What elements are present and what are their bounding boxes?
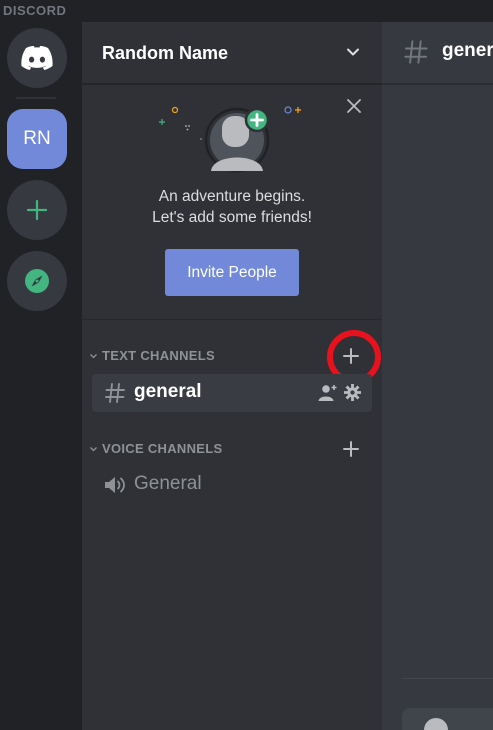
create-voice-channel-plus-icon[interactable]	[341, 439, 361, 459]
welcome-message: An adventure begins. Let's add some frie…	[82, 186, 382, 228]
category-label: VOICE CHANNELS	[102, 441, 223, 456]
server-icon-random-name[interactable]: RN	[7, 109, 67, 169]
welcome-line-2: Let's add some friends!	[152, 209, 312, 226]
add-friends-illustration	[159, 106, 301, 173]
welcome-panel: An adventure begins. Let's add some frie…	[82, 85, 382, 320]
home-button[interactable]	[7, 28, 67, 88]
message-divider	[402, 678, 493, 679]
channel-header: general	[382, 22, 493, 84]
channel-sidebar: Random Name An adventure begins. Let's a…	[82, 22, 382, 730]
chat-area: general	[382, 22, 493, 730]
hash-icon	[105, 383, 125, 403]
chevron-down-icon	[90, 354, 97, 359]
server-header[interactable]: Random Name	[82, 22, 382, 84]
server-list-separator	[16, 97, 56, 99]
category-voice-channels[interactable]: VOICE CHANNELS	[82, 437, 382, 461]
chevron-down-icon	[90, 447, 97, 452]
channel-name: general	[134, 381, 202, 402]
speaker-icon	[105, 477, 125, 493]
channel-name: General	[134, 473, 202, 494]
add-server-button[interactable]	[7, 180, 67, 240]
server-name: Random Name	[102, 43, 229, 63]
message-input[interactable]	[402, 708, 493, 730]
hash-icon	[404, 40, 428, 64]
plus-icon	[26, 199, 48, 221]
app-brand: DISCORD	[3, 3, 67, 18]
current-channel-name: general	[442, 40, 493, 61]
server-list: RN	[0, 22, 72, 730]
add-member-icon[interactable]	[318, 384, 338, 402]
invite-people-button[interactable]: Invite People	[165, 249, 299, 296]
chevron-down-icon	[347, 48, 359, 56]
discord-logo-icon	[21, 46, 53, 70]
channel-general[interactable]: general	[92, 374, 372, 412]
category-label: TEXT CHANNELS	[102, 348, 215, 363]
upload-button[interactable]	[424, 718, 448, 730]
gear-icon[interactable]	[344, 384, 361, 401]
channel-general-voice[interactable]: General	[92, 466, 372, 504]
close-icon[interactable]	[347, 99, 361, 113]
explore-servers-button[interactable]	[7, 251, 67, 311]
compass-icon	[25, 269, 49, 293]
welcome-line-1: An adventure begins.	[158, 188, 306, 205]
title-bar: DISCORD	[0, 0, 493, 22]
